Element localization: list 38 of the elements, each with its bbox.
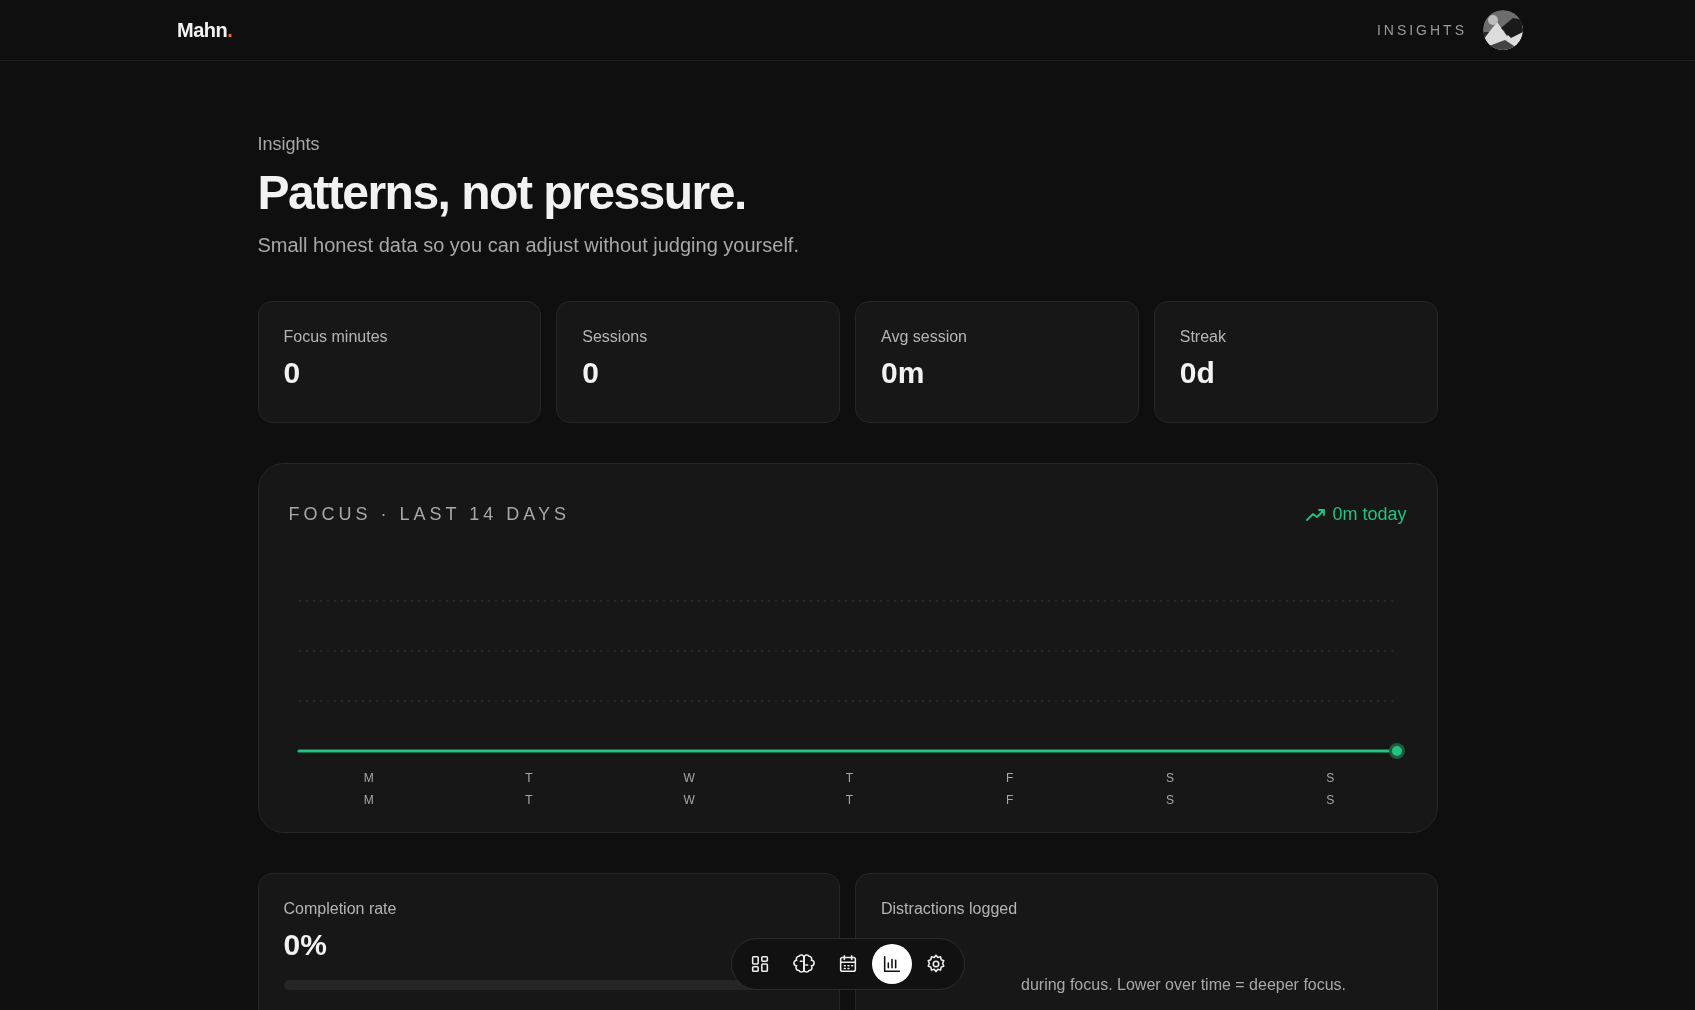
day-label: S	[1326, 771, 1335, 785]
chart-title: FOCUS · LAST 14 DAYS	[288, 504, 570, 525]
day-label: W	[683, 793, 695, 807]
day-label: M	[363, 793, 374, 807]
day-label: T	[845, 771, 854, 785]
day-label: T	[525, 793, 533, 807]
day-label: F	[1006, 793, 1014, 807]
stat-value: 0%	[283, 928, 328, 962]
page-eyebrow: Insights	[257, 134, 321, 155]
day-label: F	[1006, 771, 1014, 785]
stat-label: Focus minutes	[283, 328, 389, 346]
settings-icon	[924, 953, 947, 975]
stat-value: 0	[283, 356, 302, 390]
today-value: 0m today	[1332, 504, 1407, 525]
trend-up-icon	[1306, 507, 1327, 522]
day-label: S	[1166, 771, 1175, 785]
stat-label: Sessions	[582, 328, 649, 346]
brain-icon	[792, 953, 815, 975]
dock-button[interactable]	[871, 944, 912, 984]
brand-logo[interactable]: Mahn.	[177, 18, 233, 42]
day-label: T	[845, 793, 854, 807]
data-point	[1388, 743, 1405, 759]
day-label: W	[683, 771, 695, 785]
day-label: S	[1326, 793, 1335, 807]
stat-label: Avg session	[881, 328, 968, 346]
stat-label: Completion rate	[283, 900, 398, 918]
distractions-note: during focus. Lower over time = deeper focus.	[1020, 976, 1348, 994]
day-label: S	[1166, 793, 1175, 807]
stat-value: 0d	[1179, 356, 1216, 390]
stat-label: Streak	[1179, 328, 1227, 346]
stat-value: 0	[582, 356, 600, 390]
page-title: Patterns, not pressure.	[257, 165, 747, 220]
nav-label[interactable]: INSIGHTS	[1376, 22, 1467, 38]
day-label: T	[525, 771, 533, 785]
stat-label: Distractions logged	[881, 900, 1019, 918]
page-subtitle: Small honest data so you can adjust without judging yourself.	[257, 234, 800, 257]
stat-value: 0m	[881, 356, 926, 390]
day-label: M	[363, 771, 374, 785]
